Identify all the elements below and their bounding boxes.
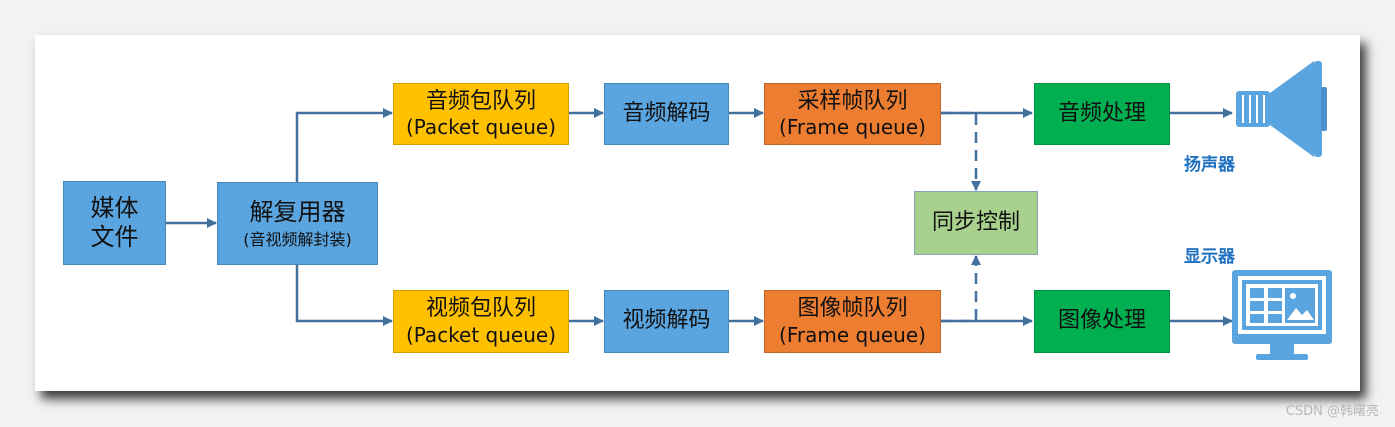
node-video-packet-queue: 视频包队列 (Packet queue) xyxy=(393,290,569,353)
sample-frame-queue-subtitle: (Frame queue) xyxy=(779,115,926,140)
video-packet-queue-subtitle: (Packet queue) xyxy=(405,322,557,347)
node-image-process: 图像处理 xyxy=(1034,290,1170,353)
node-image-frame-queue: 图像帧队列 (Frame queue) xyxy=(764,290,941,353)
audio-packet-queue-subtitle: (Packet queue) xyxy=(405,115,557,140)
image-frame-queue-title: 图像帧队列 xyxy=(797,296,908,322)
demuxer-subtitle: (音视频解封装) xyxy=(243,230,352,250)
node-video-decode: 视频解码 xyxy=(604,290,729,353)
audio-decode-title: 音频解码 xyxy=(622,100,711,126)
node-audio-decode: 音频解码 xyxy=(604,83,729,145)
sample-frame-queue-title: 采样帧队列 xyxy=(797,88,908,114)
node-audio-process: 音频处理 xyxy=(1034,83,1170,145)
media-file-line1: 媒体 xyxy=(90,194,139,223)
dashed-sync-from-audio xyxy=(941,111,981,191)
video-decode-title: 视频解码 xyxy=(622,308,711,334)
media-file-line2: 文件 xyxy=(90,223,139,251)
megaphone-icon xyxy=(1236,61,1327,157)
audio-packet-queue-title: 音频包队列 xyxy=(425,88,536,114)
video-packet-queue-title: 视频包队列 xyxy=(425,296,536,322)
node-sync-control: 同步控制 xyxy=(914,191,1038,255)
connectors xyxy=(166,108,1233,326)
monitor-icon xyxy=(1232,270,1332,360)
speaker-label: 扬声器 xyxy=(1184,155,1235,175)
node-sample-frame-queue: 采样帧队列 (Frame queue) xyxy=(764,83,941,145)
sync-control-title: 同步控制 xyxy=(931,209,1020,235)
watermark: CSDN @韩曙亮 xyxy=(1285,404,1379,419)
node-media-file: 媒体 文件 xyxy=(63,181,166,265)
display-label: 显示器 xyxy=(1184,247,1235,267)
dashed-sync-from-video xyxy=(941,255,981,323)
audio-process-title: 音频处理 xyxy=(1057,100,1146,126)
arrow-demux-to-video-queue xyxy=(295,265,393,326)
arrow-demux-to-audio-queue xyxy=(295,108,393,182)
demuxer-title: 解复用器 xyxy=(249,197,346,226)
node-audio-packet-queue: 音频包队列 (Packet queue) xyxy=(393,83,569,145)
node-demuxer: 解复用器 (音视频解封装) xyxy=(217,182,378,265)
image-frame-queue-subtitle: (Frame queue) xyxy=(779,322,926,347)
image-process-title: 图像处理 xyxy=(1057,308,1146,334)
